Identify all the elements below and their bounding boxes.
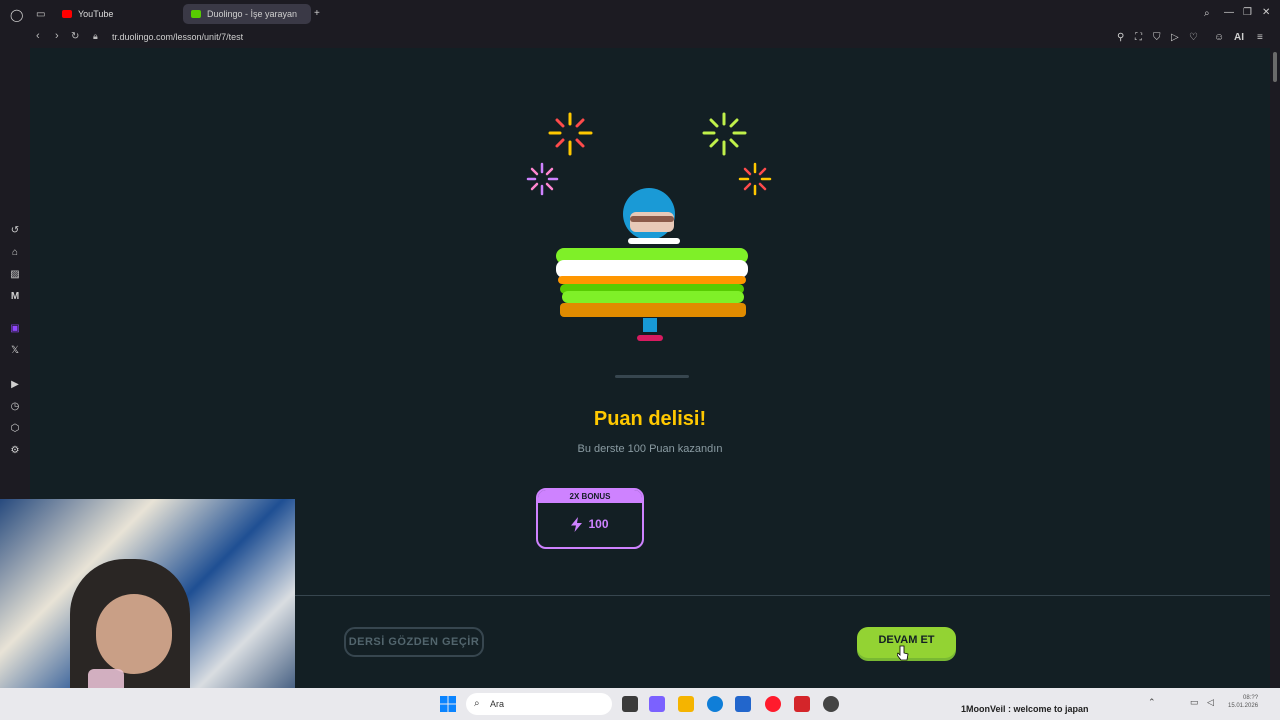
clock-icon[interactable]: ◷ bbox=[8, 400, 22, 414]
close-icon[interactable]: ✕ bbox=[1262, 7, 1270, 18]
play-icon[interactable]: ▷ bbox=[1171, 32, 1179, 43]
opera-logo-icon[interactable]: ◯ bbox=[10, 8, 23, 22]
tray-chevron-icon[interactable]: ⌃ bbox=[1148, 697, 1156, 708]
copilot-icon[interactable] bbox=[649, 696, 665, 712]
taskview-icon[interactable] bbox=[622, 696, 638, 712]
aria-ai-button[interactable]: AI bbox=[1234, 32, 1244, 43]
search-icon[interactable]: ⌕ bbox=[1204, 8, 1210, 19]
player-icon[interactable]: ▶ bbox=[8, 378, 22, 392]
youtube-icon bbox=[62, 10, 72, 18]
steam-icon[interactable] bbox=[823, 696, 839, 712]
search-placeholder: Ara bbox=[490, 699, 505, 709]
tab-youtube[interactable]: YouTube bbox=[54, 4, 188, 24]
bonus-value: 100 bbox=[588, 517, 609, 531]
network-icon[interactable]: ▭ bbox=[1190, 697, 1199, 708]
snapshot-icon[interactable]: ⛶ bbox=[1135, 32, 1142, 43]
maximize-icon[interactable]: ❐ bbox=[1243, 7, 1252, 18]
twitch-icon[interactable]: ▣ bbox=[8, 322, 22, 336]
taskbar-clock[interactable]: 08:?? 15.01.2026 bbox=[1228, 694, 1258, 710]
celebration-illustration bbox=[526, 112, 772, 341]
result-title: Puan delisi! bbox=[593, 408, 707, 430]
address-bar: ‹ › ↻ 🔒︎ tr.duolingo.com/lesson/unit/7/t… bbox=[0, 28, 1280, 48]
tab-label: YouTube bbox=[78, 9, 114, 19]
bonus-label: 2X BONUS bbox=[538, 490, 642, 503]
webcam-overlay bbox=[0, 499, 295, 720]
reload-icon[interactable]: ↻ bbox=[71, 31, 79, 42]
store-icon[interactable] bbox=[735, 696, 751, 712]
heart-icon[interactable]: ♡ bbox=[1189, 32, 1198, 43]
windows-start-icon[interactable] bbox=[440, 696, 456, 712]
volume-icon[interactable]: ◁ bbox=[1207, 697, 1214, 708]
clock-date: 15.01.2026 bbox=[1228, 703, 1259, 709]
page-scrollbar[interactable] bbox=[1270, 48, 1280, 688]
settings-icon[interactable]: ⚙ bbox=[8, 444, 22, 458]
m-app-icon[interactable]: M bbox=[8, 290, 22, 304]
forward-icon[interactable]: › bbox=[55, 30, 59, 42]
minimize-icon[interactable]: — bbox=[1224, 7, 1234, 18]
clock-time: 08:?? bbox=[1243, 695, 1259, 701]
browser-tabbar: ◯ ▭ YouTube Duolingo - İşe yarayan + ⌕ —… bbox=[0, 0, 1280, 28]
lock-icon: 🔒︎ bbox=[93, 31, 98, 41]
profile-icon[interactable]: ☺ bbox=[1214, 32, 1224, 43]
workspaces-icon[interactable]: ▭ bbox=[36, 9, 45, 20]
new-tab-button[interactable]: + bbox=[314, 8, 320, 19]
app-icon[interactable] bbox=[794, 696, 810, 712]
firework-icon bbox=[738, 162, 772, 196]
bag-icon[interactable]: ⌂ bbox=[8, 246, 22, 260]
bonus-card: 2X BONUS 100 bbox=[536, 488, 644, 549]
back-icon[interactable]: ‹ bbox=[36, 30, 40, 42]
extensions-icon[interactable]: ⬡ bbox=[8, 422, 22, 436]
opera-gx-icon[interactable] bbox=[765, 696, 781, 712]
url-field[interactable]: tr.duolingo.com/lesson/unit/7/test bbox=[112, 32, 243, 42]
pancake-stack-icon bbox=[556, 188, 748, 341]
person-face bbox=[96, 594, 172, 674]
x-icon[interactable]: 𝕏 bbox=[8, 344, 22, 358]
menu-icon[interactable]: ≡ bbox=[1257, 32, 1263, 43]
firework-icon bbox=[548, 112, 593, 156]
lightning-icon bbox=[571, 516, 583, 532]
search-icon: ⌕ bbox=[474, 698, 480, 709]
tab-duolingo[interactable]: Duolingo - İşe yarayan bbox=[183, 4, 311, 24]
scroll-thumb[interactable] bbox=[1273, 52, 1277, 82]
review-lesson-button[interactable]: DERSİ GÖZDEN GEÇİR bbox=[344, 627, 484, 657]
footer-divider bbox=[295, 595, 1270, 596]
mouse-cursor-icon bbox=[897, 645, 909, 661]
stream-chat-overlay: 1MoonVeil : welcome to japan bbox=[961, 704, 1089, 714]
bonus-body: 100 bbox=[538, 503, 642, 545]
tab-label: Duolingo - İşe yarayan bbox=[207, 9, 298, 19]
file-explorer-icon[interactable] bbox=[678, 696, 694, 712]
firework-icon bbox=[702, 112, 747, 156]
edge-icon[interactable] bbox=[707, 696, 723, 712]
shield-icon[interactable]: ⛉ bbox=[1153, 32, 1161, 43]
result-subtitle: Bu derste 100 Puan kazandın bbox=[577, 443, 723, 455]
notes-icon[interactable]: ▨ bbox=[8, 268, 22, 282]
pin-icon[interactable]: ⚲ bbox=[1117, 32, 1124, 43]
firework-icon bbox=[526, 162, 559, 196]
progress-bar bbox=[615, 375, 689, 378]
taskbar-search[interactable]: ⌕ Ara bbox=[466, 693, 612, 715]
duolingo-icon bbox=[191, 10, 201, 18]
history-icon[interactable]: ↺ bbox=[8, 224, 22, 238]
